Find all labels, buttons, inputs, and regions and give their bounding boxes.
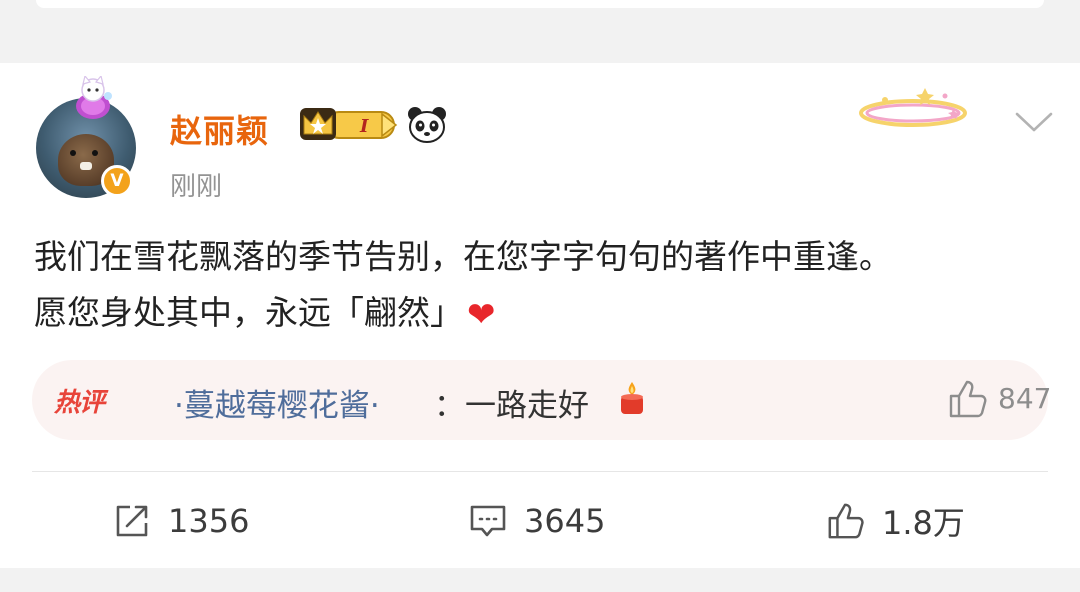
post-text-line-content: 愿您身处其中，永远「翩然」	[34, 293, 463, 332]
more-chevron-icon[interactable]	[1014, 110, 1054, 134]
post-text-line: 我们在雪花飘落的季节告别，在您字字句句的著作中重逢。	[34, 237, 892, 276]
cat-pendant-icon	[76, 76, 112, 119]
post-text: 我们在雪花飘落的季节告别，在您字字句句的著作中重逢。 愿您身处其中，永远「翩然」…	[34, 229, 1054, 343]
like-icon	[828, 503, 864, 539]
weibo-post-card[interactable]: V 赵丽颖 I 刚刚 我们在雪花飘落的季节告别，在您字字句句的著作中重逢。 愿您…	[0, 63, 1080, 568]
hot-comment[interactable]: 热评 ·蔓越莓樱花酱· ：一路走好 847	[32, 360, 1052, 440]
candle-icon	[621, 382, 643, 414]
repost-button[interactable]: 1356	[112, 499, 249, 543]
thumb-up-icon[interactable]	[947, 378, 989, 420]
verified-badge: V	[101, 165, 133, 197]
comment-count: 3645	[524, 502, 606, 540]
repost-icon	[116, 505, 148, 537]
post-timestamp: 刚刚	[170, 172, 223, 202]
hot-comment-like-count: 847	[998, 382, 1052, 415]
like-button[interactable]: 1.8万	[826, 499, 965, 543]
panda-icon	[408, 107, 446, 143]
previous-card-edge	[36, 0, 1044, 8]
hot-comment-author[interactable]: ·蔓越莓樱花酱·	[174, 380, 380, 425]
like-count: 1.8万	[882, 504, 965, 542]
crown-level-badge[interactable]: I	[298, 104, 400, 144]
card-decoration-icon	[859, 88, 967, 127]
post-text-line: 愿您身处其中，永远「翩然」 ❤	[34, 285, 1054, 343]
comment-icon	[470, 505, 506, 537]
divider	[32, 471, 1048, 472]
hot-comment-body: ：一路走好	[434, 388, 589, 424]
username[interactable]: 赵丽颖	[170, 106, 269, 152]
avatar[interactable]: V	[36, 76, 136, 198]
repost-count: 1356	[168, 502, 250, 540]
comment-button[interactable]: 3645	[468, 499, 605, 543]
heart-icon: ❤	[467, 295, 496, 335]
svg-text:I: I	[359, 116, 369, 137]
hot-comment-label: 热评	[54, 388, 105, 418]
